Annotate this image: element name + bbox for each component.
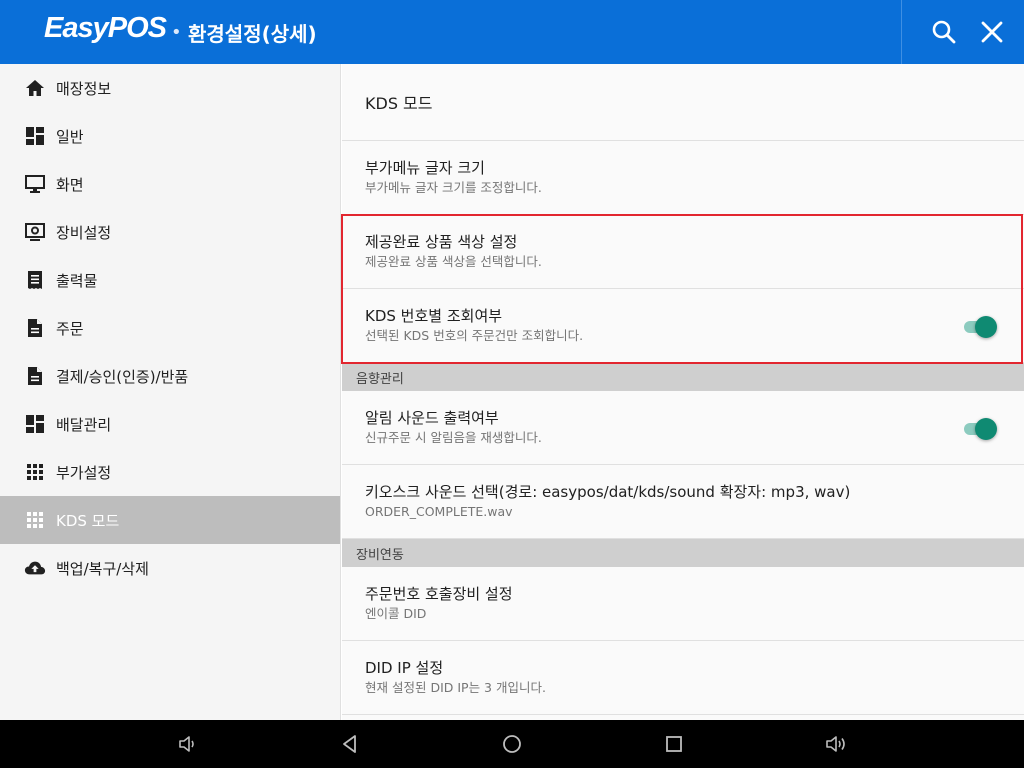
device-settings-icon (24, 221, 46, 243)
sidebar-item-label: KDS 모드 (56, 511, 120, 530)
sidebar: 매장정보 일반 화면 장비설정 출력물 주문 결제/승인(인증)/반품 배달관리… (0, 64, 341, 720)
section-label: 장비연동 (356, 547, 404, 563)
sidebar-item-label: 화면 (56, 175, 84, 194)
kds-number-filter-toggle[interactable] (962, 316, 997, 338)
pref-summary: ORDER_COMPLETE.wav (365, 504, 513, 519)
content-header: KDS 모드 (342, 64, 1024, 141)
home-circle-icon (503, 735, 521, 753)
pref-summary: 엔이콜 DID (365, 606, 427, 621)
sidebar-item-label: 일반 (56, 127, 84, 146)
sidebar-item-screen[interactable]: 화면 (0, 160, 340, 208)
content-title: KDS 모드 (365, 94, 433, 113)
pref-title: DID IP 설정 (365, 659, 444, 677)
sidebar-item-label: 부가설정 (56, 463, 112, 482)
pref-order-call-device[interactable]: 주문번호 호출장비 설정 엔이콜 DID (342, 567, 1024, 641)
pref-title: 부가메뉴 글자 크기 (365, 159, 485, 177)
sidebar-item-label: 주문 (56, 319, 84, 338)
receipt-icon (24, 269, 46, 291)
sidebar-item-label: 장비설정 (56, 223, 112, 242)
back-button[interactable] (338, 732, 362, 756)
sidebar-item-delivery[interactable]: 배달관리 (0, 400, 340, 448)
dashboard-icon (24, 413, 46, 435)
sidebar-item-general[interactable]: 일반 (0, 112, 340, 160)
sidebar-item-printouts[interactable]: 출력물 (0, 256, 340, 304)
pref-kds-number-filter[interactable]: KDS 번호별 조회여부 선택된 KDS 번호의 주문건만 조회합니다. (342, 289, 1024, 363)
volume-down-icon (179, 736, 194, 752)
recents-button[interactable] (662, 732, 686, 756)
volume-down-button[interactable] (176, 732, 200, 756)
system-nav-bar (0, 720, 1024, 768)
sidebar-item-label: 매장정보 (56, 79, 112, 98)
pref-summary: 선택된 KDS 번호의 주문건만 조회합니다. (365, 328, 584, 343)
volume-up-button[interactable] (824, 732, 848, 756)
pref-alert-sound[interactable]: 알림 사운드 출력여부 신규주문 시 알림음을 재생합니다. (342, 391, 1024, 465)
pref-submenu-font-size[interactable]: 부가메뉴 글자 크기 부가메뉴 글자 크기를 조정합니다. (342, 141, 1024, 215)
brand-logo: EasyPOS (44, 12, 167, 44)
sidebar-item-label: 출력물 (56, 271, 98, 290)
sidebar-item-label: 백업/복구/삭제 (56, 559, 149, 578)
grid-icon (24, 461, 46, 483)
close-button[interactable] (972, 12, 1012, 52)
section-header-device-link: 장비연동 (342, 539, 1024, 567)
pref-summary: 제공완료 상품 색상을 선택합니다. (365, 254, 542, 269)
alert-sound-toggle[interactable] (962, 418, 997, 440)
pref-summary: 현재 설정된 DID IP는 3 개입니다. (365, 680, 546, 695)
sidebar-item-kds-mode[interactable]: KDS 모드 (0, 496, 340, 544)
settings-content: KDS 모드 부가메뉴 글자 크기 부가메뉴 글자 크기를 조정합니다. 제공완… (342, 64, 1024, 720)
volume-up-icon (826, 736, 845, 752)
recents-icon (666, 736, 682, 752)
pref-kiosk-sound-select[interactable]: 키오스크 사운드 선택(경로: easypos/dat/kds/sound 확장… (342, 465, 1024, 539)
pref-title: 알림 사운드 출력여부 (365, 409, 499, 427)
search-icon (932, 20, 956, 44)
pref-completed-item-color[interactable]: 제공완료 상품 색상 설정 제공완료 상품 색상을 선택합니다. (342, 215, 1024, 289)
toggle-thumb (975, 418, 997, 440)
section-header-sound: 음향관리 (342, 363, 1024, 391)
page-title: 환경설정(상세) (188, 22, 317, 46)
pref-title: KDS 번호별 조회여부 (365, 307, 503, 325)
toggle-thumb (975, 316, 997, 338)
home-button[interactable] (500, 732, 524, 756)
document-icon (24, 317, 46, 339)
home-icon (24, 77, 46, 99)
cloud-upload-icon (24, 557, 46, 579)
sidebar-item-payment[interactable]: 결제/승인(인증)/반품 (0, 352, 340, 400)
pref-title: 주문번호 호출장비 설정 (365, 585, 513, 603)
grid-icon (24, 509, 46, 531)
pref-summary: 신규주문 시 알림음을 재생합니다. (365, 430, 542, 445)
appbar-divider (901, 0, 902, 64)
pref-summary: 부가메뉴 글자 크기를 조정합니다. (365, 180, 542, 195)
pref-did-ip[interactable]: DID IP 설정 현재 설정된 DID IP는 3 개입니다. (342, 641, 1024, 715)
dashboard-icon (24, 125, 46, 147)
title-separator: • (171, 22, 182, 43)
sidebar-item-backup[interactable]: 백업/복구/삭제 (0, 544, 340, 592)
sidebar-item-label: 결제/승인(인증)/반품 (56, 367, 189, 386)
document-icon (24, 365, 46, 387)
sidebar-item-store-info[interactable]: 매장정보 (0, 64, 340, 112)
sidebar-item-device-settings[interactable]: 장비설정 (0, 208, 340, 256)
close-icon (981, 21, 1003, 43)
back-icon (343, 735, 356, 753)
sidebar-item-extra-settings[interactable]: 부가설정 (0, 448, 340, 496)
section-label: 음향관리 (356, 371, 404, 387)
search-button[interactable] (924, 12, 964, 52)
pref-title: 제공완료 상품 색상 설정 (365, 233, 518, 251)
app-bar: EasyPOS • 환경설정(상세) (0, 0, 1024, 64)
sidebar-item-order[interactable]: 주문 (0, 304, 340, 352)
pref-title: 키오스크 사운드 선택(경로: easypos/dat/kds/sound 확장… (365, 483, 851, 501)
sidebar-item-label: 배달관리 (56, 415, 112, 434)
monitor-icon (24, 173, 46, 195)
